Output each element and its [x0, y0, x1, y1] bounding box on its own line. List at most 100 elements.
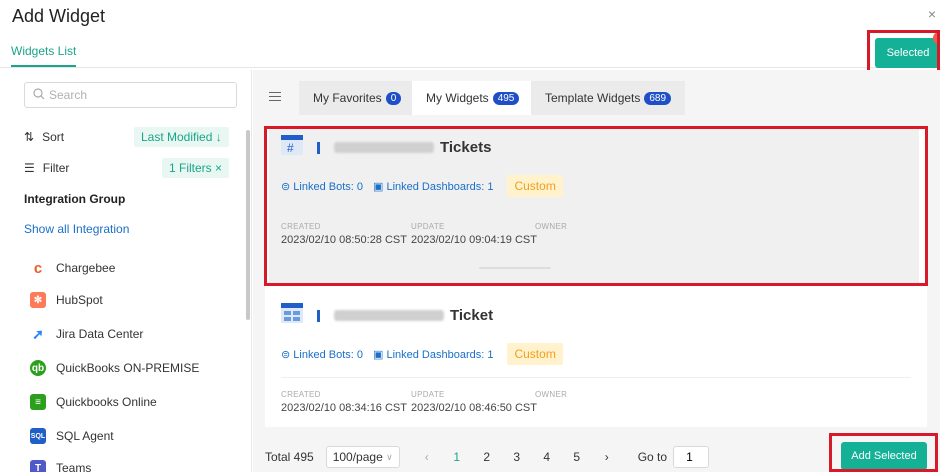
integration-item-quickbooks-online[interactable]: ≡ Quickbooks Online	[30, 394, 157, 410]
tab-label: My Widgets	[426, 91, 489, 105]
goto-page-input[interactable]	[673, 446, 710, 468]
dialog-title: Add Widget	[12, 6, 106, 26]
tab-widgets-list[interactable]: Widgets List	[11, 44, 77, 67]
widgets-pane: My Favorites 0 My Widgets 495 Template W…	[253, 70, 940, 472]
tab-my-widgets[interactable]: My Widgets 495	[412, 81, 534, 115]
integration-label: QuickBooks ON-PREMISE	[56, 361, 200, 375]
integration-label: Chargebee	[56, 261, 116, 275]
page-button-4[interactable]: 4	[532, 450, 562, 464]
dialog-tabs: Widgets List	[0, 40, 940, 68]
sort-row: ⇅ Sort	[24, 130, 64, 144]
quickbooks-icon: qb	[30, 360, 46, 376]
widget-card[interactable]: # Tickets ⊜ Linked Bots: 0 ▣ Linked Dash…	[269, 127, 919, 283]
count-badge: 495	[492, 91, 520, 105]
integration-group-title: Integration Group	[24, 192, 126, 206]
search-box[interactable]	[24, 82, 237, 108]
close-icon[interactable]: ×	[928, 6, 936, 22]
svg-text:#: #	[287, 141, 294, 155]
search-icon	[33, 87, 45, 103]
filter-row: ☰ Filter	[24, 161, 69, 175]
integration-item-teams[interactable]: T Teams	[30, 460, 91, 472]
widget-name-marker	[317, 309, 320, 322]
filter-icon: ☰	[24, 161, 35, 175]
prev-page-button[interactable]: ‹	[412, 450, 442, 464]
created-label: CREATED	[281, 222, 321, 231]
integration-item-hubspot[interactable]: ✻ HubSpot	[30, 292, 103, 308]
widget-type-icon: #	[281, 135, 303, 155]
count-badge: 689	[644, 91, 672, 105]
linked-dashboards[interactable]: ▣ Linked Dashboards: 1	[373, 348, 493, 361]
update-value: 2023/02/10 08:46:50 CST	[411, 402, 537, 414]
linked-bots-text: Linked Bots: 0	[293, 348, 363, 361]
integration-label: HubSpot	[56, 293, 103, 307]
card-divider	[479, 267, 551, 269]
search-input[interactable]	[49, 88, 219, 102]
page-button-5[interactable]: 5	[562, 450, 592, 464]
sidebar-scrollbar[interactable]	[246, 130, 250, 320]
integration-label: SQL Agent	[56, 429, 114, 443]
integration-item-chargebee[interactable]: c Chargebee	[30, 260, 116, 277]
tab-template-widgets[interactable]: Template Widgets 689	[531, 81, 686, 115]
sort-icon: ⇅	[24, 130, 35, 144]
custom-tag: Custom	[507, 343, 563, 365]
pagination: Total 495 100/page ∨ ‹ 1 2 3 4 5 › Go to	[253, 442, 940, 472]
custom-tag: Custom	[507, 175, 563, 197]
integration-label: Jira Data Center	[56, 327, 144, 341]
selected-button-label: Selected	[886, 47, 930, 59]
widget-type-icon	[281, 303, 303, 323]
integration-item-sql-agent[interactable]: SQL SQL Agent	[30, 428, 114, 444]
count-badge: 0	[385, 91, 402, 105]
tab-label: Template Widgets	[545, 91, 641, 105]
widget-name-text: Tickets	[440, 139, 492, 156]
chargebee-icon: c	[30, 260, 46, 277]
total-count: Total 495	[265, 450, 314, 464]
integration-label: Teams	[56, 461, 92, 472]
widget-name-text: Ticket	[450, 307, 494, 324]
selected-button[interactable]: Selected	[875, 32, 940, 68]
notification-dot	[933, 32, 940, 44]
next-page-button[interactable]: ›	[592, 450, 622, 464]
linked-bots[interactable]: ⊜ Linked Bots: 0	[281, 180, 363, 193]
owner-label: OWNER	[535, 390, 568, 399]
filter-chip[interactable]: 1 Filters ×	[162, 158, 230, 178]
linked-bots-text: Linked Bots: 0	[293, 180, 363, 193]
chevron-down-icon: ∨	[386, 451, 393, 462]
hubspot-icon: ✻	[30, 292, 46, 308]
linked-dashboards-text: Linked Dashboards: 1	[386, 180, 494, 193]
page-size-value: 100/page	[332, 450, 383, 464]
linked-dashboards-text: Linked Dashboards: 1	[386, 348, 494, 361]
created-label: CREATED	[281, 390, 321, 399]
page-button-3[interactable]: 3	[502, 450, 532, 464]
page-size-select[interactable]: 100/page ∨	[325, 446, 400, 468]
linked-bots[interactable]: ⊜ Linked Bots: 0	[281, 348, 363, 361]
goto-label: Go to	[637, 450, 668, 464]
integration-item-quickbooks-on-premise[interactable]: qb QuickBooks ON-PREMISE	[30, 360, 199, 376]
show-all-integration-link[interactable]: Show all Integration	[24, 222, 129, 236]
tab-my-favorites[interactable]: My Favorites 0	[299, 81, 416, 115]
integration-label: Quickbooks Online	[56, 395, 157, 409]
goto-page: Go to	[637, 446, 710, 468]
update-label: UPDATE	[411, 222, 445, 231]
widget-name: Ticket	[317, 307, 493, 324]
quickbooks-online-icon: ≡	[30, 394, 46, 410]
sort-dropdown[interactable]: Last Modified ↓	[134, 127, 229, 147]
widget-name: Tickets	[317, 139, 491, 156]
redacted-text	[334, 142, 434, 153]
update-label: UPDATE	[411, 390, 445, 399]
page-button-2[interactable]: 2	[472, 450, 502, 464]
sort-label: Sort	[42, 130, 65, 144]
widget-card[interactable]: Ticket ⊜ Linked Bots: 0 ▣ Linked Dashboa…	[269, 295, 919, 427]
filter-sidebar: ⇅ Sort Last Modified ↓ ☰ Filter 1 Filter…	[0, 70, 252, 472]
widget-links: ⊜ Linked Bots: 0 ▣ Linked Dashboards: 1 …	[281, 175, 563, 197]
sql-agent-icon: SQL	[30, 428, 46, 444]
created-value: 2023/02/10 08:34:16 CST	[281, 402, 407, 414]
card-separator	[281, 377, 911, 378]
jira-icon: ➚	[30, 326, 46, 342]
linked-dashboards[interactable]: ▣ Linked Dashboards: 1	[373, 180, 493, 193]
menu-icon[interactable]	[269, 92, 281, 104]
update-value: 2023/02/10 09:04:19 CST	[411, 234, 537, 246]
page-button-1[interactable]: 1	[442, 450, 472, 464]
add-selected-button[interactable]: Add Selected	[841, 442, 927, 470]
widget-name-marker	[317, 141, 320, 154]
integration-item-jira[interactable]: ➚ Jira Data Center	[30, 326, 143, 342]
